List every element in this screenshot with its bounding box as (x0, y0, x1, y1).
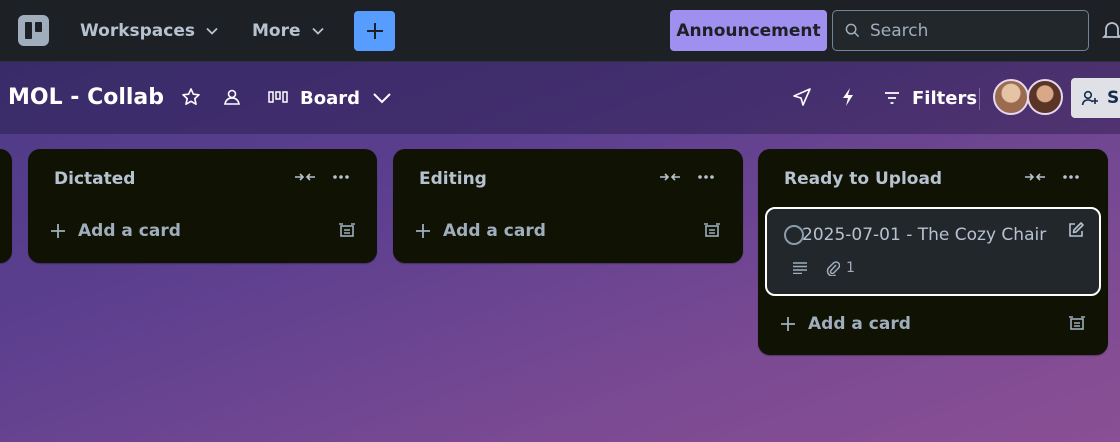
add-card-label: Add a card (808, 314, 911, 334)
plus-icon (366, 23, 383, 39)
card-template-icon[interactable] (1068, 316, 1086, 332)
member-avatar[interactable] (993, 79, 1029, 115)
member-avatar[interactable] (1027, 79, 1063, 115)
board-view-icon (268, 91, 288, 103)
announcement-button[interactable]: Announcement (670, 10, 827, 51)
list-menu-icon[interactable] (1062, 174, 1080, 180)
list-editing: Editing Add a card (393, 149, 743, 263)
automation-lightning-icon[interactable] (840, 87, 856, 107)
chevron-down-icon (311, 27, 324, 35)
top-navigation-bar: Workspaces More Announcement (0, 0, 1120, 62)
list-actions (659, 170, 715, 184)
list-actions (1024, 170, 1080, 184)
list-title[interactable]: Dictated (54, 169, 135, 189)
add-card-button[interactable]: Add a card (415, 221, 546, 241)
plus-icon (416, 224, 430, 238)
more-label: More (252, 21, 301, 41)
share-button[interactable]: Sh (1071, 78, 1120, 118)
search-box[interactable] (832, 10, 1089, 51)
workspaces-menu-button[interactable]: Workspaces (80, 16, 219, 46)
card-title: 2025-07-01 - The Cozy Chair (802, 225, 1047, 245)
add-card-label: Add a card (78, 221, 181, 241)
workspace-visibility-icon[interactable] (222, 87, 242, 107)
create-button[interactable] (354, 11, 395, 51)
description-icon (793, 262, 807, 274)
card[interactable]: 2025-07-01 - The Cozy Chair 1 (765, 207, 1101, 296)
list-menu-icon[interactable] (332, 174, 350, 180)
attachments-badge: 1 (826, 260, 855, 276)
workspaces-label: Workspaces (80, 21, 195, 41)
filter-icon (885, 92, 899, 104)
board-title[interactable]: MOL - Collab (8, 85, 164, 110)
board-view-label: Board (300, 87, 360, 109)
collapse-list-icon[interactable] (294, 170, 316, 184)
search-input[interactable] (870, 20, 1070, 41)
announcement-label: Announcement (676, 20, 821, 41)
add-member-icon (1081, 90, 1098, 106)
plus-icon (51, 224, 65, 238)
collapse-list-icon[interactable] (1024, 170, 1046, 184)
card-complete-checkbox[interactable] (784, 225, 804, 245)
collapse-list-icon[interactable] (659, 170, 681, 184)
list-menu-icon[interactable] (697, 174, 715, 180)
board-view-switcher[interactable]: Board (268, 84, 392, 112)
add-card-button[interactable]: Add a card (50, 221, 181, 241)
list-actions (294, 170, 350, 184)
paperclip-icon (826, 261, 840, 276)
add-card-label: Add a card (443, 221, 546, 241)
attachment-count: 1 (846, 260, 855, 276)
edit-pencil-icon[interactable] (1067, 221, 1085, 239)
more-menu-button[interactable]: More (252, 16, 325, 46)
card-template-icon[interactable] (338, 223, 356, 239)
star-icon[interactable] (181, 87, 201, 107)
trello-logo-icon[interactable] (18, 15, 49, 46)
card-template-icon[interactable] (703, 223, 721, 239)
list-partial (0, 149, 12, 263)
add-card-button[interactable]: Add a card (780, 314, 911, 334)
list-title[interactable]: Editing (419, 169, 487, 189)
power-ups-rocket-icon[interactable] (792, 87, 812, 107)
card-badges: 1 (792, 260, 855, 276)
filters-button[interactable]: Filters (884, 84, 977, 112)
header-divider (979, 88, 980, 110)
plus-icon (781, 317, 795, 331)
search-icon (845, 23, 860, 38)
list-dictated: Dictated Add a card (28, 149, 377, 263)
board-header: MOL - Collab Board Filters Sh (0, 62, 1120, 134)
notifications-bell-icon[interactable] (1102, 20, 1120, 42)
filters-label: Filters (912, 87, 978, 109)
chevron-down-icon (206, 27, 218, 35)
share-label: Sh (1107, 88, 1120, 108)
chevron-down-icon (373, 93, 391, 104)
list-title[interactable]: Ready to Upload (784, 169, 942, 189)
